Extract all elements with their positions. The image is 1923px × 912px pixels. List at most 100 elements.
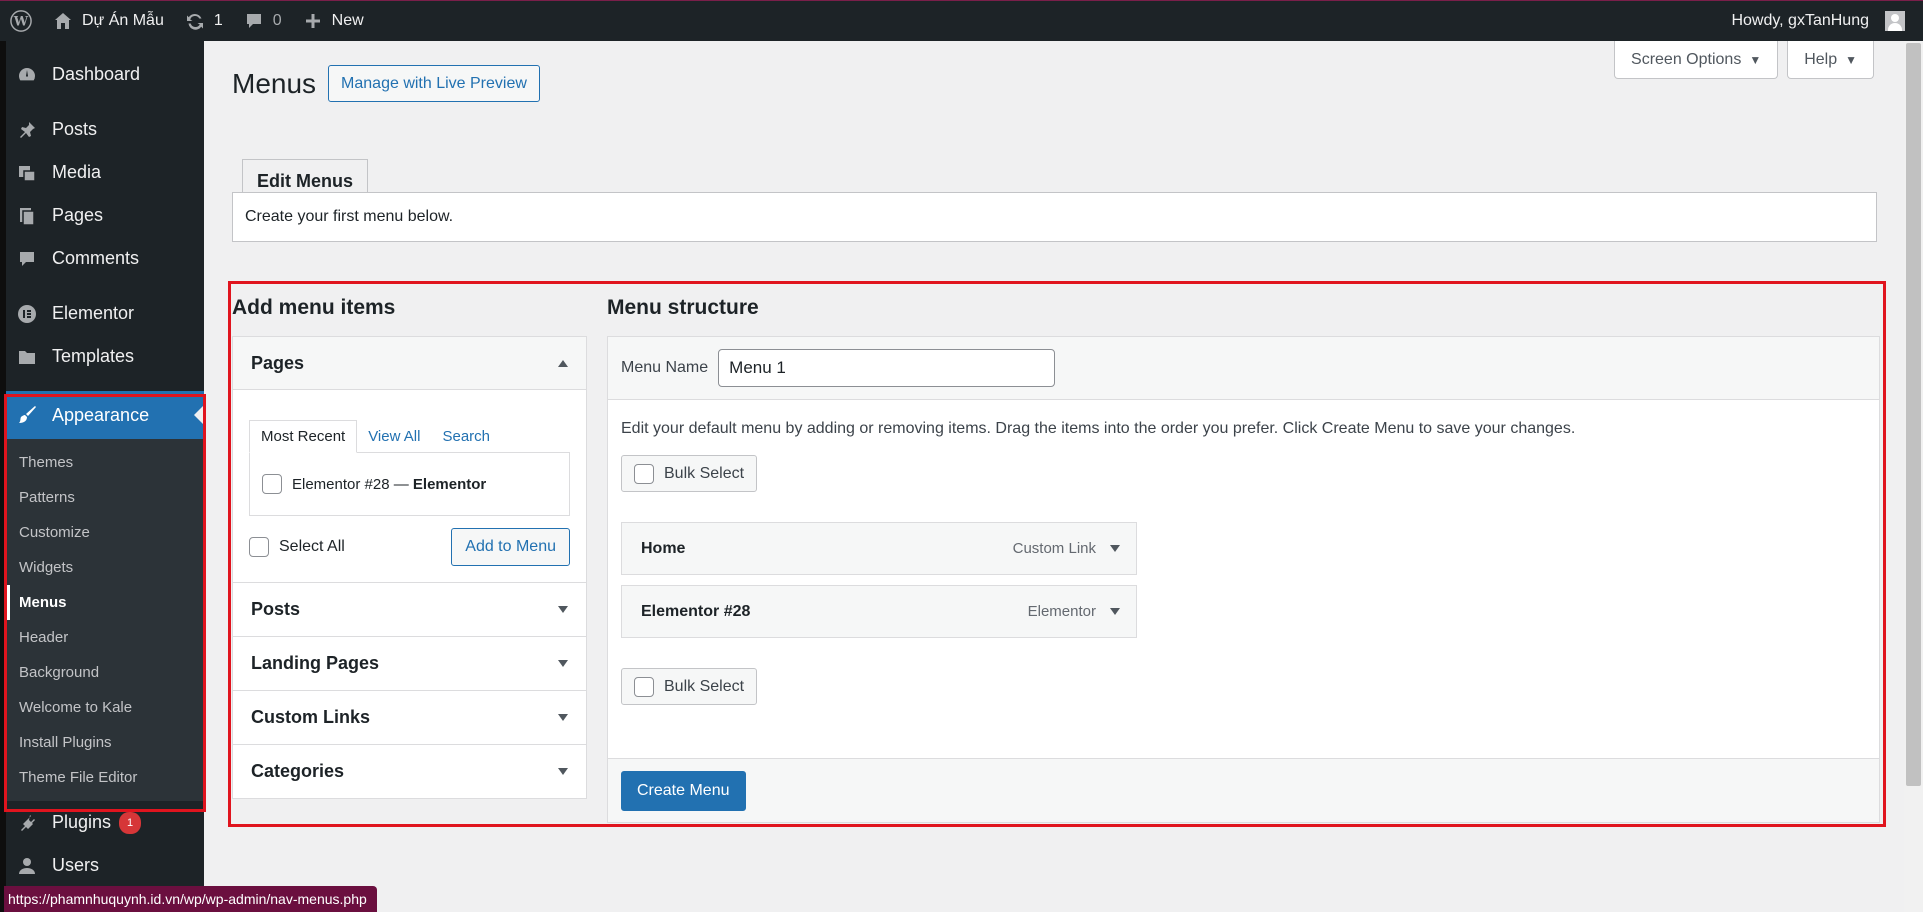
sidebar-item-users[interactable]: Users: [6, 844, 204, 887]
live-preview-button[interactable]: Manage with Live Preview: [328, 65, 540, 102]
sidebar-item-comments[interactable]: Comments: [6, 237, 204, 280]
submenu-item-header[interactable]: Header: [6, 620, 204, 655]
menu-item-type: Elementor: [1027, 603, 1096, 620]
sidebar-item-pages[interactable]: Pages: [6, 194, 204, 237]
menu-instructions: Edit your default menu by adding or remo…: [621, 420, 1576, 437]
select-all[interactable]: Select All: [249, 537, 345, 557]
expand-arrow-icon[interactable]: [1110, 608, 1120, 615]
menu-header: Menu Name Menu 1: [608, 337, 1879, 400]
tab-view-all[interactable]: View All: [357, 420, 431, 453]
folder-icon: [16, 346, 38, 368]
select-all-label: Select All: [279, 538, 345, 555]
expand-arrow-icon[interactable]: [1110, 545, 1120, 552]
comment-bubble-icon: [243, 10, 265, 32]
submenu-item-theme-file-editor[interactable]: Theme File Editor: [6, 760, 204, 795]
submenu-item-install-plugins[interactable]: Install Plugins: [6, 725, 204, 760]
bulk-select-label: Bulk Select: [664, 464, 745, 482]
sidebar-item-plugins[interactable]: Plugins 1: [6, 801, 204, 844]
sidebar-item-label: Media: [52, 162, 102, 182]
accordion-label: Custom Links: [251, 707, 371, 727]
home-icon: [52, 10, 74, 32]
plugins-update-badge: 1: [119, 811, 142, 834]
add-to-menu-button[interactable]: Add to Menu: [451, 528, 570, 566]
comments-link[interactable]: 0: [233, 1, 292, 42]
submenu-item-themes[interactable]: Themes: [6, 445, 204, 480]
admin-sidebar: Dashboard Posts Media Pages Comments Ele…: [0, 41, 204, 912]
sidebar-item-templates[interactable]: Templates: [6, 335, 204, 378]
page-scrollbar[interactable]: [1904, 41, 1923, 912]
sidebar-item-label: Plugins: [52, 812, 112, 832]
sidebar-item-label: Appearance: [52, 404, 150, 425]
wordpress-logo-icon: W: [10, 10, 32, 32]
dashboard-icon: [16, 64, 38, 86]
user-icon: [16, 855, 38, 877]
sidebar-item-label: Comments: [52, 248, 140, 268]
menu-name-input[interactable]: Menu 1: [718, 349, 1056, 387]
paintbrush-icon: [16, 404, 38, 426]
menu-item[interactable]: Home Custom Link: [621, 522, 1137, 575]
submenu-item-background[interactable]: Background: [6, 655, 204, 690]
help-button[interactable]: Help ▼: [1787, 41, 1874, 79]
submenu-item-widgets[interactable]: Widgets: [6, 550, 204, 585]
page-item-type: Elementor: [412, 475, 487, 493]
screen-options-button[interactable]: Screen Options ▼: [1614, 41, 1779, 79]
submenu-item-menus[interactable]: Menus: [6, 585, 204, 620]
new-label: New: [331, 12, 364, 29]
accordion-header-landing-pages[interactable]: Landing Pages: [233, 637, 586, 690]
arrow-down-icon: [558, 606, 568, 613]
pages-list: Elementor #28 — Elementor: [249, 452, 570, 516]
my-account-link[interactable]: Howdy, gxTanHung: [1721, 1, 1915, 42]
accordion-label: Pages: [251, 352, 305, 373]
submenu-item-patterns[interactable]: Patterns: [6, 480, 204, 515]
menu-item-type: Custom Link: [1012, 540, 1096, 557]
bulk-select-checkbox[interactable]: [634, 463, 654, 484]
tab-search[interactable]: Search: [431, 420, 501, 453]
page-item-name: Elementor #28 —: [292, 475, 413, 493]
sidebar-item-elementor[interactable]: Elementor: [6, 292, 204, 335]
sidebar-item-label: Templates: [52, 346, 135, 366]
accordion-section-landing-pages: Landing Pages: [233, 637, 586, 691]
add-items-accordion: Pages Most Recent View All Search Elemen…: [232, 336, 587, 799]
new-content-link[interactable]: New: [292, 1, 374, 42]
submenu-item-welcome-to-kale[interactable]: Welcome to Kale: [6, 690, 204, 725]
create-menu-button[interactable]: Create Menu: [621, 770, 746, 811]
add-menu-items-column: Add menu items Pages Most Recent View Al…: [232, 288, 587, 799]
menu-item[interactable]: Elementor #28 Elementor: [621, 585, 1137, 638]
sidebar-item-posts[interactable]: Posts: [6, 108, 204, 151]
sidebar-item-appearance[interactable]: Appearance: [6, 391, 204, 439]
accordion-section-custom-links: Custom Links: [233, 691, 586, 745]
updates-link[interactable]: 1: [174, 1, 233, 42]
appearance-submenu: Themes Patterns Customize Widgets Menus …: [6, 439, 204, 801]
accordion-header-posts[interactable]: Posts: [233, 583, 586, 636]
bulk-select-checkbox[interactable]: [634, 676, 654, 697]
tab-most-recent[interactable]: Most Recent: [249, 420, 358, 453]
admin-bar: W Dự Án Mẫu 1 0 New Howdy, gxTanHung: [0, 0, 1923, 41]
submenu-item-customize[interactable]: Customize: [6, 515, 204, 550]
menu-items-list: Home Custom Link Elementor #28 Elementor: [621, 522, 1866, 638]
wp-logo-button[interactable]: W: [0, 1, 42, 42]
caret-down-icon: ▼: [1749, 52, 1762, 67]
scrollbar-thumb[interactable]: [1906, 43, 1921, 786]
elementor-icon: [16, 303, 38, 325]
accordion-label: Posts: [251, 599, 301, 619]
caret-down-icon: ▼: [1845, 52, 1857, 67]
accordion-section-categories: Categories: [233, 745, 586, 798]
site-name-link[interactable]: Dự Án Mẫu: [42, 1, 174, 42]
sidebar-item-dashboard[interactable]: Dashboard: [6, 53, 204, 96]
accordion-header-categories[interactable]: Categories: [233, 745, 586, 798]
accordion-section-pages: Pages Most Recent View All Search Elemen…: [233, 337, 586, 583]
bulk-select-button-bottom[interactable]: Bulk Select: [621, 668, 758, 705]
accordion-header-pages[interactable]: Pages: [233, 337, 586, 390]
comments-count: 0: [272, 12, 282, 29]
main-content: Screen Options ▼ Help ▼ Menus Manage wit…: [204, 41, 1904, 912]
page-checkbox[interactable]: [262, 474, 282, 494]
sidebar-item-media[interactable]: Media: [6, 151, 204, 194]
sidebar-item-label: Users: [52, 855, 100, 875]
accordion-section-posts: Posts: [233, 583, 586, 637]
select-all-checkbox[interactable]: [249, 537, 269, 557]
accordion-header-custom-links[interactable]: Custom Links: [233, 691, 586, 744]
notice-box: Create your first menu below.: [232, 192, 1877, 242]
pin-icon: [16, 119, 38, 141]
avatar: [1885, 11, 1905, 31]
bulk-select-button-top[interactable]: Bulk Select: [621, 455, 758, 492]
